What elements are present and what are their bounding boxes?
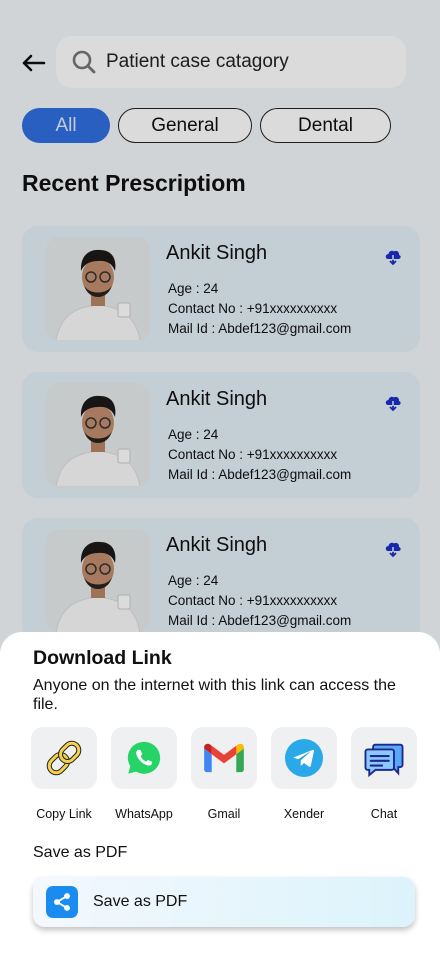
share-tile [351, 727, 417, 789]
share-option-label: WhatsApp [115, 807, 173, 821]
sheet-description: Anyone on the internet with this link ca… [33, 677, 396, 713]
share-tile [191, 727, 257, 789]
share-bottom-sheet: Download Link Anyone on the internet wit… [0, 632, 440, 956]
share-tile [111, 727, 177, 789]
sheet-title: Download Link [33, 647, 172, 669]
share-tile [31, 727, 97, 789]
gmail-icon [204, 743, 244, 773]
xender-icon [285, 739, 323, 777]
share-option-copy-link[interactable]: Copy Link [29, 727, 99, 821]
share-option-label: Copy Link [36, 807, 92, 821]
share-option-label: Gmail [207, 807, 241, 821]
share-option-whatsapp[interactable]: WhatsApp [109, 727, 179, 821]
chat-icon [364, 743, 404, 777]
share-option-xender[interactable]: Xender [269, 727, 339, 821]
share-option-label: Chat [370, 807, 398, 821]
share-option-chat[interactable]: Chat [349, 727, 419, 821]
share-option-gmail[interactable]: Gmail [189, 727, 259, 821]
save-as-pdf-label: Save as PDF [93, 893, 188, 910]
link-icon [46, 740, 82, 776]
share-option-label: Xender [283, 807, 325, 821]
share-tile [271, 727, 337, 789]
save-as-pdf-button[interactable]: Save as PDF [33, 877, 415, 927]
save-pdf-section-label: Save as PDF [33, 844, 128, 861]
whatsapp-icon [127, 741, 161, 774]
share-icon [46, 886, 78, 918]
